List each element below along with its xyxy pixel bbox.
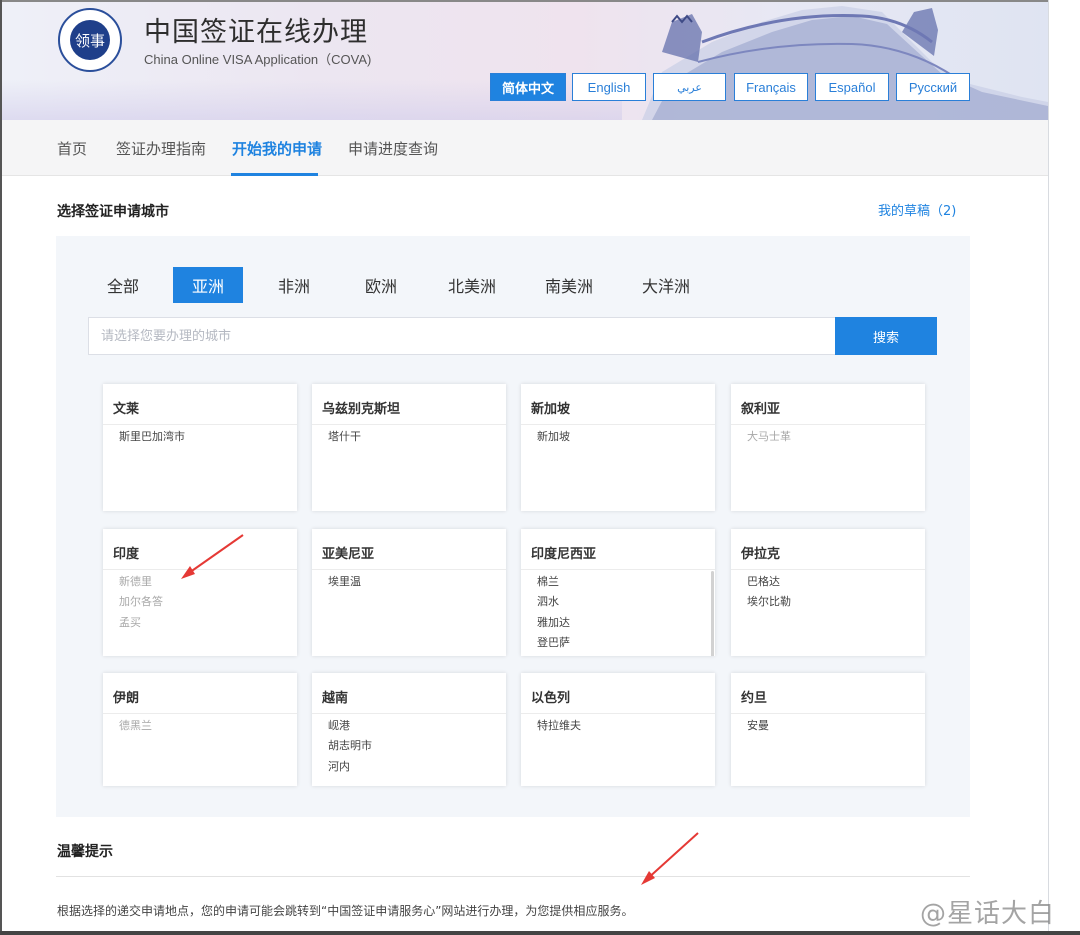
page-right-gutter (1048, 0, 1080, 935)
country-name[interactable]: 印度 (113, 543, 139, 562)
city-option[interactable]: 埃里温 (328, 573, 361, 589)
window-frame-bottom (0, 931, 1080, 935)
search-button[interactable]: 搜索 (835, 317, 937, 355)
country-card-india: 印度 新德里 加尔各答 孟买 (103, 529, 297, 656)
country-card-iran: 伊朗 德黑兰 (103, 673, 297, 786)
city-option[interactable]: 埃尔比勒 (747, 593, 791, 609)
country-name[interactable]: 伊朗 (113, 687, 139, 706)
city-option-disabled: 孟买 (119, 616, 141, 629)
consular-affairs-logo: 领事 (58, 8, 122, 72)
region-tab-asia[interactable]: 亚洲 (173, 267, 243, 303)
city-option[interactable]: 雅加达 (537, 614, 570, 630)
city-search-input[interactable] (88, 317, 836, 355)
city-option[interactable]: 塔什干 (328, 428, 361, 444)
site-header: 领事 中国签证在线办理 China Online VISA Applicatio… (2, 2, 1048, 120)
country-name[interactable]: 以色列 (531, 687, 570, 706)
language-button-fr[interactable]: Français (734, 73, 808, 101)
country-name[interactable]: 新加坡 (531, 398, 570, 417)
city-option[interactable]: 安曼 (747, 717, 769, 733)
great-wall-banner-image (642, 6, 1048, 120)
language-button-ar[interactable]: عربي (653, 73, 726, 101)
nav-item-start-application[interactable]: 开始我的申请 (232, 138, 322, 159)
site-title: 中国签证在线办理 (144, 17, 368, 48)
region-tab-europe[interactable]: 欧洲 (353, 267, 409, 303)
city-option-disabled: 大马士革 (747, 430, 791, 443)
region-tab-oceania[interactable]: 大洋洲 (634, 267, 698, 303)
nav-item-home[interactable]: 首页 (57, 138, 87, 159)
city-option[interactable]: 巴格达 (747, 573, 780, 589)
city-option[interactable]: 棉兰 (537, 573, 559, 589)
nav-item-visa-guide[interactable]: 签证办理指南 (116, 138, 206, 159)
country-name[interactable]: 文莱 (113, 398, 139, 417)
country-card-iraq: 伊拉克 巴格达 埃尔比勒 (731, 529, 925, 656)
country-card-singapore: 新加坡 新加坡 (521, 384, 715, 511)
my-drafts-link[interactable]: 我的草稿（2) (878, 200, 956, 219)
nav-item-progress-query[interactable]: 申请进度查询 (348, 138, 438, 159)
section-title: 选择签证申请城市 (57, 204, 169, 220)
tips-divider (56, 876, 970, 877)
country-card-brunei: 文莱 斯里巴加湾市 (103, 384, 297, 511)
city-option[interactable]: 特拉维夫 (537, 717, 581, 733)
city-option-disabled: 新德里 (119, 575, 152, 588)
country-card-syria: 叙利亚 大马士革 (731, 384, 925, 511)
country-card-vietnam: 越南 岘港 胡志明市 河内 (312, 673, 506, 786)
city-option-disabled: 加尔各答 (119, 595, 163, 608)
country-card-uzbekistan: 乌兹别克斯坦 塔什干 (312, 384, 506, 511)
region-tab-africa[interactable]: 非洲 (266, 267, 322, 303)
card-scrollbar[interactable] (711, 571, 714, 656)
annotation-arrow-tips (641, 832, 699, 885)
country-name[interactable]: 乌兹别克斯坦 (322, 398, 400, 417)
country-card-armenia: 亚美尼亚 埃里温 (312, 529, 506, 656)
tips-title: 温馨提示 (57, 844, 113, 860)
country-name[interactable]: 越南 (322, 687, 348, 706)
country-name[interactable]: 约旦 (741, 687, 767, 706)
language-button-zh[interactable]: 简体中文 (490, 73, 566, 101)
region-tab-north-america[interactable]: 北美洲 (440, 267, 504, 303)
region-tab-south-america[interactable]: 南美洲 (537, 267, 601, 303)
city-option[interactable]: 登巴萨 (537, 634, 570, 650)
language-button-ru[interactable]: Русский (896, 73, 970, 101)
city-option[interactable]: 斯里巴加湾市 (119, 428, 185, 444)
city-option-disabled: 德黑兰 (119, 719, 152, 732)
country-card-israel: 以色列 特拉维夫 (521, 673, 715, 786)
city-option[interactable]: 泗水 (537, 593, 559, 609)
region-tab-all[interactable]: 全部 (95, 267, 151, 303)
country-name[interactable]: 伊拉克 (741, 543, 780, 562)
city-option[interactable]: 岘港 (328, 717, 350, 733)
city-option[interactable]: 河内 (328, 758, 350, 774)
language-button-es[interactable]: Español (815, 73, 889, 101)
country-card-indonesia: 印度尼西亚 棉兰 泗水 雅加达 登巴萨 (521, 529, 715, 656)
country-name[interactable]: 叙利亚 (741, 398, 780, 417)
site-subtitle: China Online VISA Application（COVA) (144, 52, 372, 67)
city-option[interactable]: 新加坡 (537, 428, 570, 444)
country-card-jordan: 约旦 安曼 (731, 673, 925, 786)
weibo-watermark: @星话大白 (920, 899, 1056, 929)
country-name[interactable]: 印度尼西亚 (531, 543, 596, 562)
tips-text: 根据选择的递交申请地点，您的申请可能会跳转到“中国签证申请服务心”网站进行办理，… (57, 904, 634, 918)
city-option[interactable]: 胡志明市 (328, 737, 372, 753)
main-nav: 首页 签证办理指南 开始我的申请 申请进度查询 (2, 120, 1048, 176)
country-name[interactable]: 亚美尼亚 (322, 543, 374, 562)
logo-emblem-icon: 领事 (70, 20, 110, 60)
language-button-en[interactable]: English (572, 73, 646, 101)
nav-active-indicator (231, 173, 318, 176)
